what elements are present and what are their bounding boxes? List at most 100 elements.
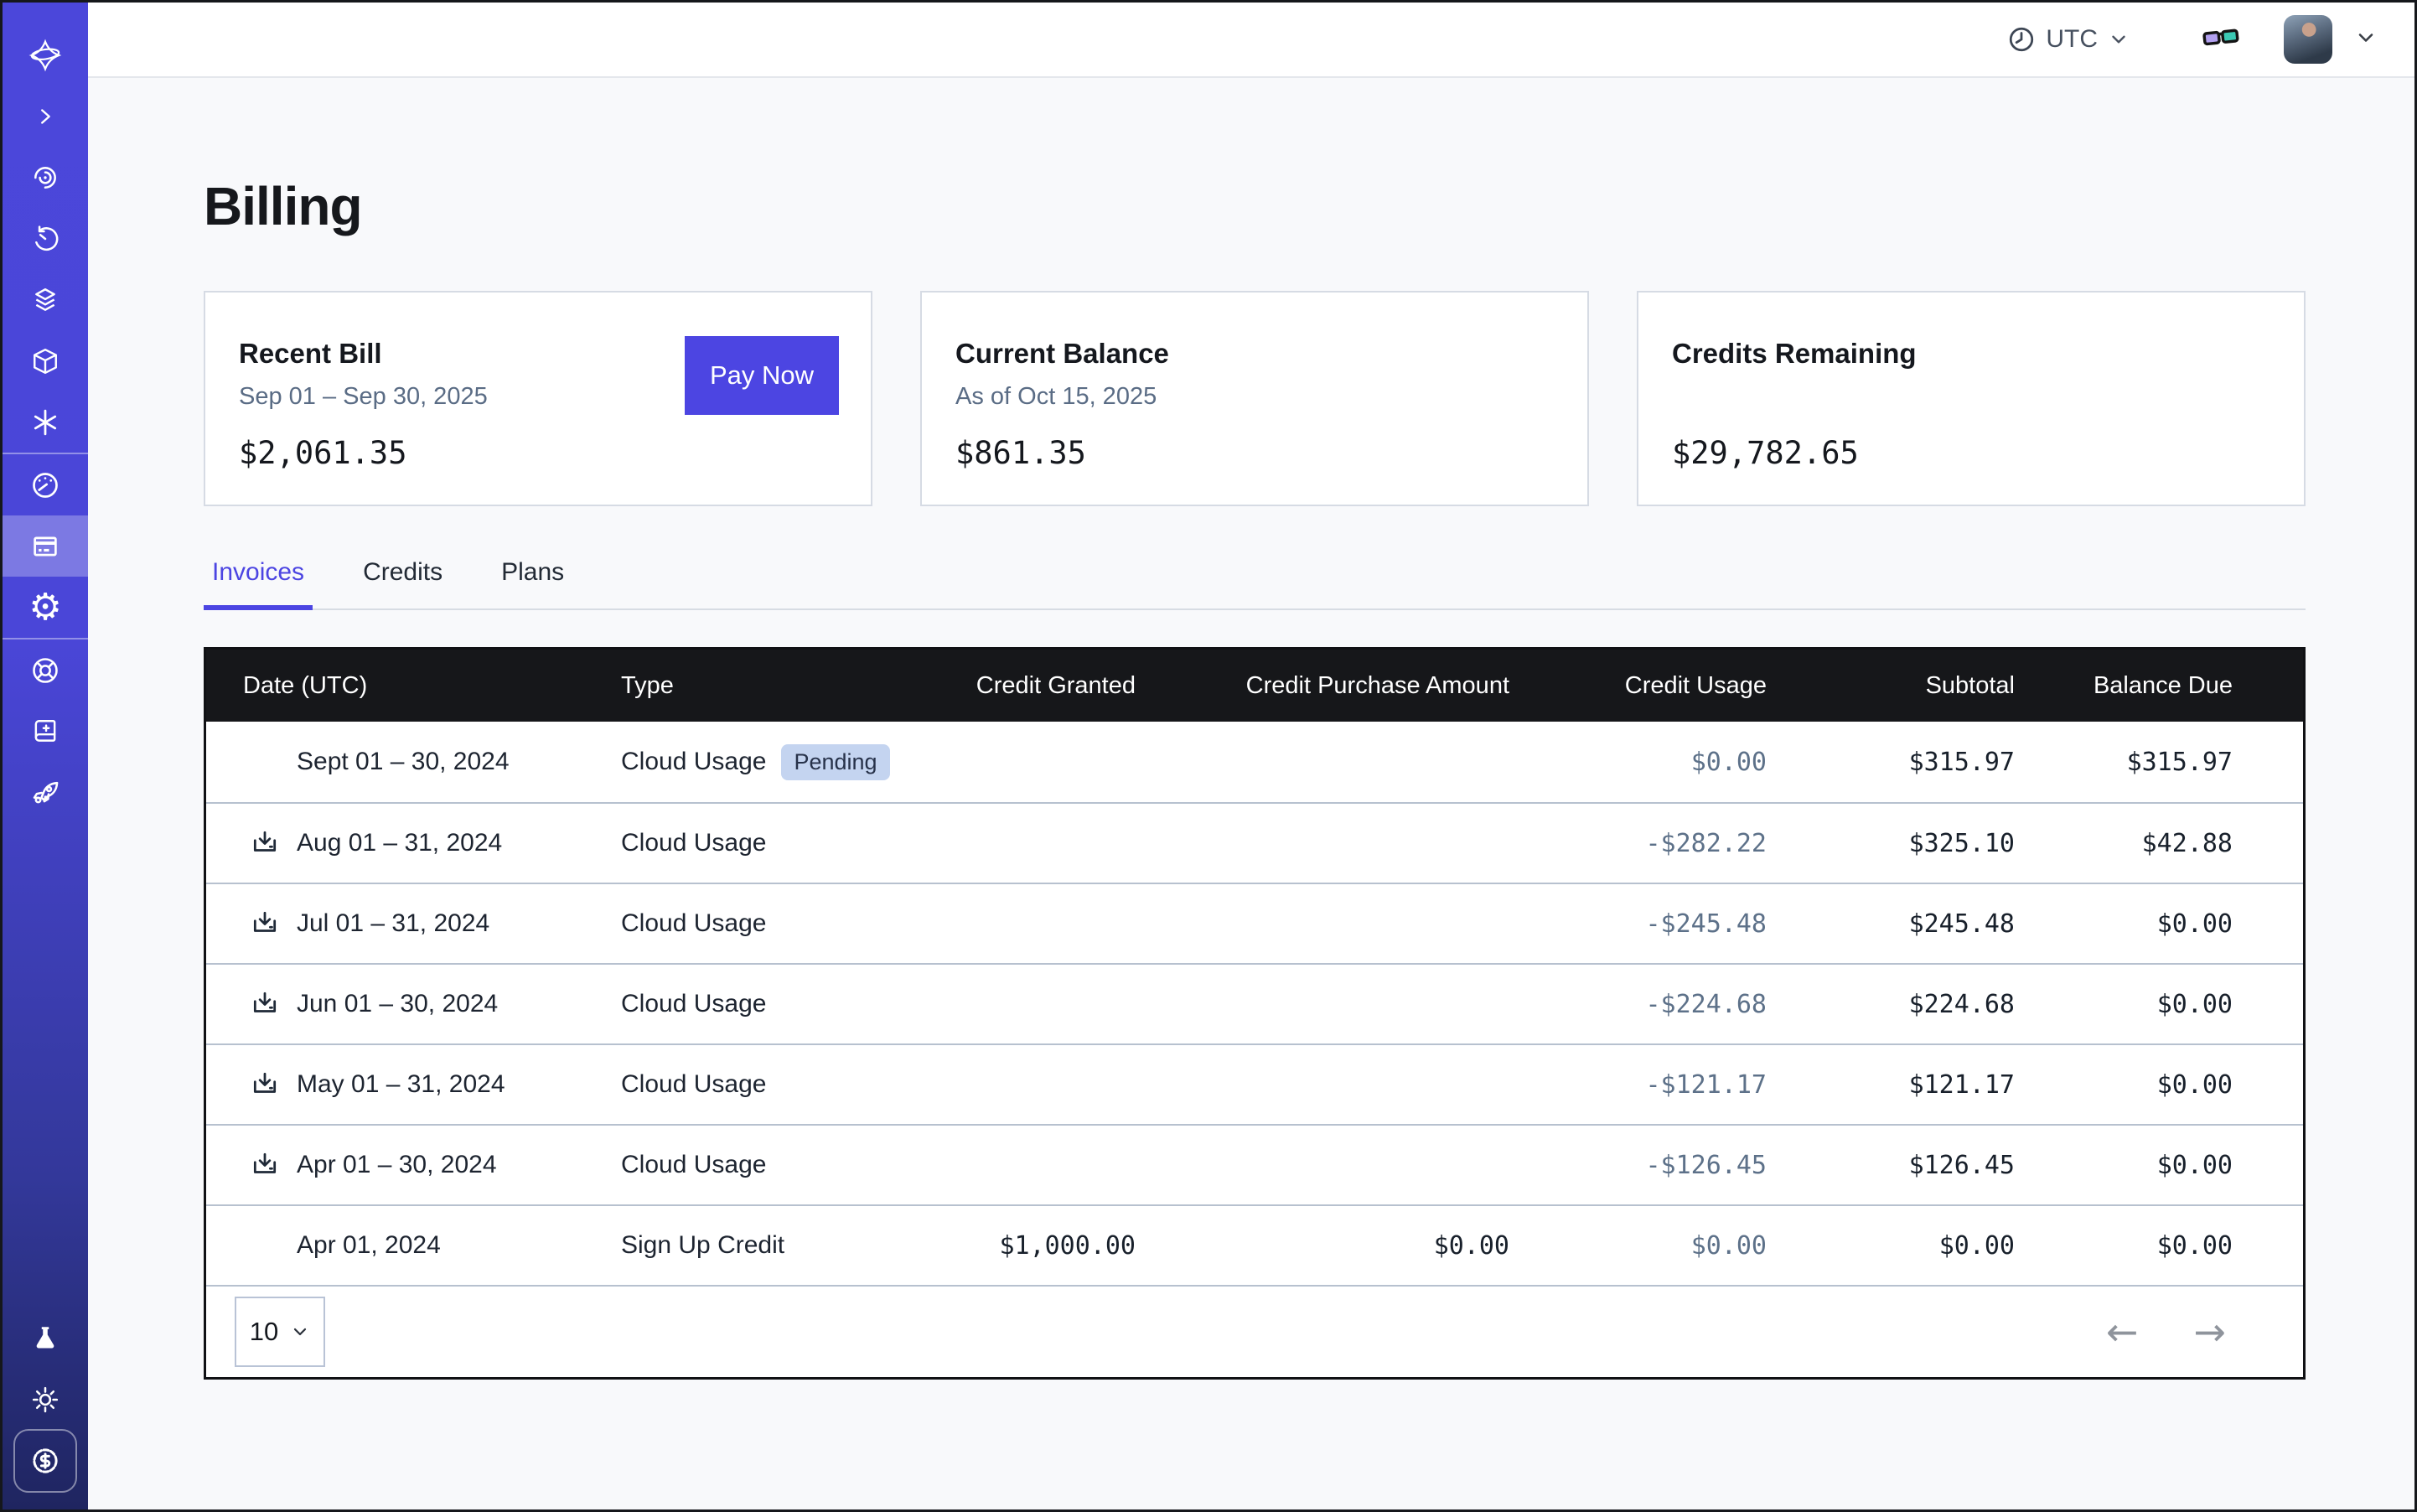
flask-icon <box>31 1324 60 1353</box>
invoice-date: Apr 01, 2024 <box>297 1231 441 1260</box>
cube-icon <box>31 347 60 375</box>
card-subtitle: As of Oct 15, 2025 <box>955 383 1554 415</box>
sidebar-item-containers[interactable] <box>3 330 88 391</box>
status-badge: Pending <box>781 744 889 780</box>
main-content: Billing Recent Bill Sep 01 – Sep 30, 202… <box>88 78 2414 1509</box>
page-size-select[interactable]: 10 <box>235 1297 325 1367</box>
invoice-date: Apr 01 – 30, 2024 <box>297 1151 497 1179</box>
download-invoice-button[interactable] <box>250 909 280 939</box>
card-amount: $861.35 <box>955 435 1554 471</box>
table-row: Jun 01 – 30, 2024 Cloud Usage -$224.68 $… <box>206 963 2303 1043</box>
sidebar-item-collapse[interactable] <box>3 85 88 147</box>
sidebar-item-support[interactable] <box>3 639 88 701</box>
app-window: ⚙ <box>0 0 2417 1512</box>
card-subtitle <box>1672 383 2270 415</box>
download-invoice-button[interactable] <box>250 828 280 858</box>
balance-due-value: $0.00 <box>2015 1231 2233 1261</box>
invoice-type: Cloud Usage <box>621 1070 766 1099</box>
col-credit-usage: Credit Usage <box>1509 672 1767 700</box>
rocket-icon <box>30 778 60 808</box>
account-menu-button[interactable] <box>2354 26 2378 54</box>
billing-card-icon <box>30 531 60 562</box>
credit-usage-value: -$245.48 <box>1509 909 1767 939</box>
table-row: Apr 01, 2024 Sign Up Credit $1,000.00 $0… <box>206 1204 2303 1285</box>
invoice-date: Aug 01 – 31, 2024 <box>297 829 502 857</box>
sidebar: ⚙ <box>3 3 88 1509</box>
subtotal-value: $245.48 <box>1767 909 2015 939</box>
timezone-label: UTC <box>2046 25 2098 54</box>
credit-usage-value: $0.00 <box>1509 748 1767 777</box>
invoice-type: Cloud Usage <box>621 1151 766 1179</box>
credits-badge-box <box>13 1429 77 1493</box>
sidebar-item-timer[interactable] <box>3 208 88 269</box>
col-credit-granted: Credit Granted <box>956 672 1136 700</box>
sidebar-item-labs[interactable] <box>3 1307 88 1369</box>
table-row: May 01 – 31, 2024 Cloud Usage -$121.17 $… <box>206 1043 2303 1124</box>
spiral-eye-icon <box>31 163 60 192</box>
sidebar-item-credits[interactable] <box>3 1430 88 1491</box>
sidebar-item-docs[interactable] <box>3 701 88 762</box>
user-avatar[interactable] <box>2284 15 2332 64</box>
recent-bill-card: Recent Bill Sep 01 – Sep 30, 2025 $2,061… <box>204 291 872 506</box>
invoice-type: Sign Up Credit <box>621 1231 784 1260</box>
invoice-date: Jul 01 – 31, 2024 <box>297 909 489 938</box>
pay-now-button[interactable]: Pay Now <box>685 336 839 415</box>
billing-tabs: Invoices Credits Plans <box>204 558 2306 610</box>
subtotal-value: $224.68 <box>1767 990 2015 1019</box>
invoice-type: Cloud Usage <box>621 909 766 938</box>
sidebar-item-launch[interactable] <box>3 762 88 823</box>
sidebar-item-usage[interactable] <box>3 454 88 515</box>
current-balance-card: Current Balance As of Oct 15, 2025 $861.… <box>920 291 1589 506</box>
sun-icon <box>31 1385 60 1414</box>
credit-usage-value: -$126.45 <box>1509 1151 1767 1180</box>
glasses-button[interactable] <box>2202 23 2240 57</box>
credit-usage-value: $0.00 <box>1509 1231 1767 1261</box>
balance-due-value: $0.00 <box>2015 990 2233 1019</box>
download-invoice-button[interactable] <box>250 989 280 1019</box>
gauge-icon <box>30 470 60 500</box>
page-size-value: 10 <box>250 1317 278 1347</box>
timezone-selector[interactable]: UTC <box>2007 25 2130 54</box>
tab-plans[interactable]: Plans <box>493 558 572 608</box>
next-page-button[interactable]: → <box>2193 1313 2226 1351</box>
invoice-type: Cloud Usage <box>621 829 766 857</box>
download-icon <box>251 1151 279 1179</box>
balance-due-value: $42.88 <box>2015 829 2233 858</box>
download-invoice-button[interactable] <box>250 1150 280 1180</box>
table-row: Aug 01 – 31, 2024 Cloud Usage -$282.22 $… <box>206 802 2303 883</box>
sidebar-item-theme[interactable] <box>3 1369 88 1430</box>
credits-remaining-card: Credits Remaining $29,782.65 <box>1637 291 2306 506</box>
download-invoice-button[interactable] <box>250 1069 280 1100</box>
lifebuoy-icon <box>30 655 60 686</box>
table-body: Sept 01 – 30, 2024 Cloud Usage Pending $… <box>206 722 2303 1285</box>
subtotal-value: $325.10 <box>1767 829 2015 858</box>
chevron-down-icon <box>290 1322 310 1342</box>
table-row: Apr 01 – 30, 2024 Cloud Usage -$126.45 $… <box>206 1124 2303 1204</box>
sidebar-item-asterisk[interactable] <box>3 391 88 453</box>
col-type: Type <box>621 672 956 700</box>
tab-credits[interactable]: Credits <box>355 558 451 608</box>
invoice-type: Cloud Usage <box>621 990 766 1018</box>
sidebar-item-observability[interactable] <box>3 147 88 208</box>
prev-page-button[interactable]: ← <box>2106 1313 2139 1351</box>
download-icon <box>251 829 279 857</box>
sidebar-item-settings[interactable]: ⚙ <box>3 577 88 638</box>
table-row: Jul 01 – 31, 2024 Cloud Usage -$245.48 $… <box>206 883 2303 963</box>
balance-due-value: $0.00 <box>2015 909 2233 939</box>
card-title: Credits Remaining <box>1672 338 2270 370</box>
credit-granted-value: $1,000.00 <box>956 1231 1136 1261</box>
subtotal-value: $126.45 <box>1767 1151 2015 1180</box>
asterisk-icon <box>31 408 60 437</box>
credit-usage-value: -$224.68 <box>1509 990 1767 1019</box>
col-credit-purchase: Credit Purchase Amount <box>1136 672 1509 700</box>
sidebar-item-layers[interactable] <box>3 269 88 330</box>
balance-due-value: $315.97 <box>2015 748 2233 777</box>
download-icon <box>251 909 279 938</box>
sidebar-item-billing[interactable] <box>3 515 88 577</box>
credit-usage-value: -$282.22 <box>1509 829 1767 858</box>
invoice-date: May 01 – 31, 2024 <box>297 1070 505 1099</box>
col-balance-due: Balance Due <box>2015 672 2233 700</box>
tab-invoices[interactable]: Invoices <box>204 558 313 608</box>
chevron-down-icon <box>2354 26 2378 49</box>
page-title: Billing <box>204 175 2306 237</box>
